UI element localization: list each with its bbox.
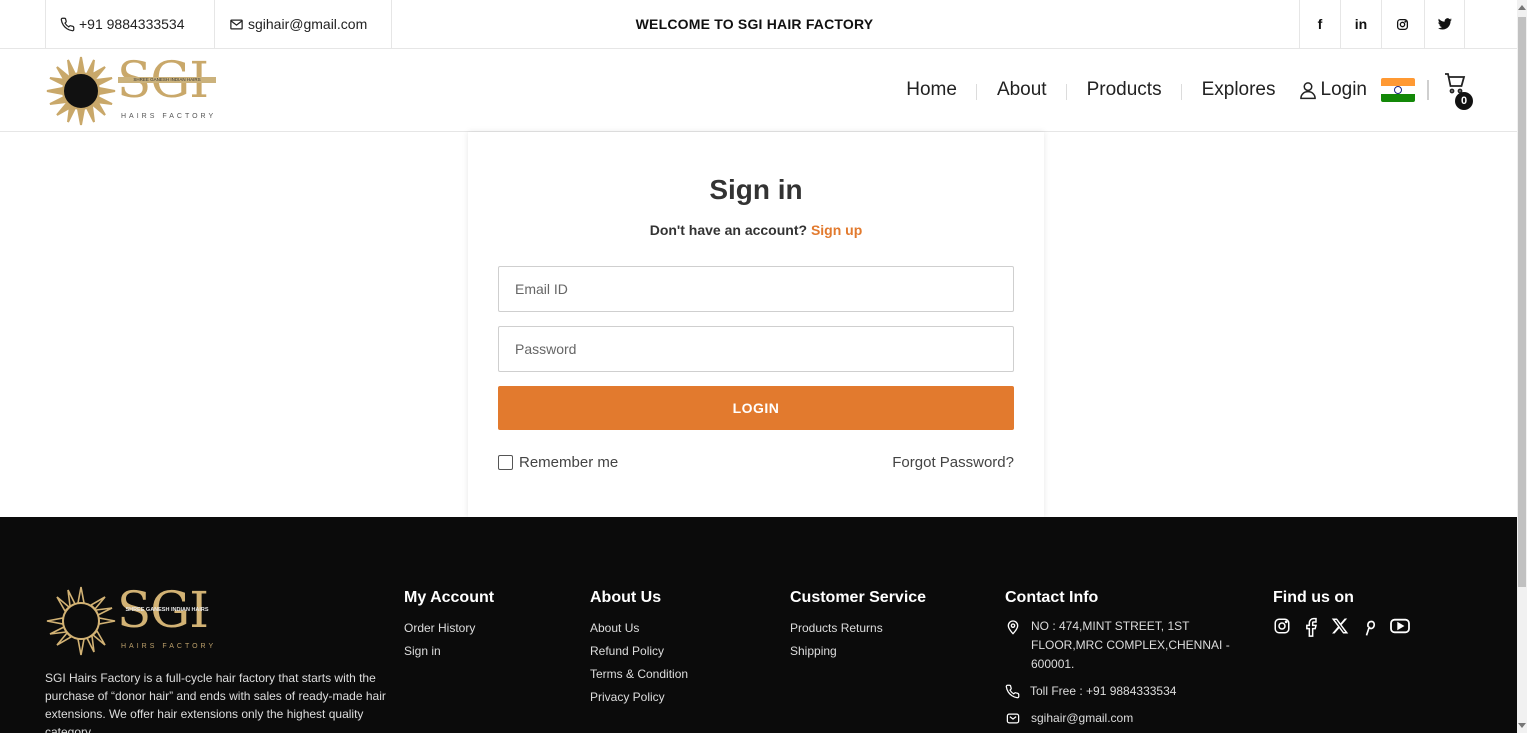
phone-icon — [60, 17, 75, 31]
location-pin-icon — [1007, 620, 1019, 635]
footer-link-products-returns[interactable]: Products Returns — [790, 617, 926, 640]
logo-subtitle: HAIRS FACTORY — [121, 113, 217, 120]
page-scrollbar[interactable] — [1517, 0, 1527, 733]
logo-band-text: SHREE GANESH INDIAN HAIRS — [118, 77, 216, 83]
footer-link-order-history[interactable]: Order History — [404, 617, 494, 640]
sun-logo-icon — [46, 56, 116, 126]
site-logo[interactable]: SGI SHREE GANESH INDIAN HAIRS HAIRS FACT… — [45, 55, 220, 127]
nav-about[interactable]: About — [977, 79, 1067, 101]
footer-about-us: About Us About Us Refund Policy Terms & … — [590, 589, 688, 709]
facebook-icon[interactable] — [1303, 617, 1319, 637]
nav-explores[interactable]: Explores — [1182, 79, 1296, 101]
main-nav: Home About Products Explores Login 0 — [886, 49, 1517, 131]
footer-contact-info: Contact Info NO : 474,MINT STREET, 1ST F… — [1005, 589, 1230, 733]
india-flag-icon[interactable] — [1381, 78, 1415, 102]
footer-logo-band-text: SHREE GANESH INDIAN HAIRS — [125, 607, 209, 613]
topbar-phone[interactable]: +91 9884333534 — [45, 0, 215, 48]
scroll-up-arrow-icon[interactable] — [1518, 5, 1526, 10]
footer-my-account: My Account Order History Sign in — [404, 589, 494, 663]
cart-button[interactable]: 0 — [1443, 70, 1479, 110]
main-header: SGI SHREE GANESH INDIAN HAIRS HAIRS FACT… — [0, 49, 1517, 132]
instagram-icon — [1396, 18, 1408, 30]
signup-prompt: Don't have an account? Sign up — [468, 222, 1044, 238]
footer-customer-service-title: Customer Service — [790, 589, 927, 606]
signup-prompt-text: Don't have an account? — [649, 222, 808, 238]
footer-description: SGI Hairs Factory is a full-cycle hair f… — [45, 671, 386, 733]
linkedin-icon: in — [1354, 16, 1368, 32]
footer-link-shipping[interactable]: Shipping — [790, 640, 926, 663]
footer-find-us-title: Find us on — [1273, 589, 1354, 606]
footer-about-us-title: About Us — [590, 589, 662, 606]
footer-address-text: NO : 474,MINT STREET, 1ST FLOOR,MRC COMP… — [1031, 619, 1230, 671]
footer-link-refund-policy[interactable]: Refund Policy — [590, 640, 688, 663]
password-field[interactable] — [498, 326, 1014, 372]
topbar-phone-text: +91 9884333534 — [79, 16, 185, 32]
twitter-icon — [1437, 18, 1452, 30]
remember-me-checkbox[interactable] — [498, 455, 513, 470]
footer-my-account-title: My Account — [404, 589, 495, 606]
facebook-link[interactable]: f — [1299, 0, 1340, 48]
footer-link-terms[interactable]: Terms & Condition — [590, 663, 688, 686]
footer-sun-logo-icon — [46, 586, 116, 656]
nav-divider — [1427, 80, 1429, 100]
linkedin-link[interactable]: in — [1340, 0, 1381, 48]
scroll-down-arrow-icon[interactable] — [1518, 723, 1526, 728]
footer-customer-service: Customer Service Products Returns Shippi… — [790, 589, 926, 663]
footer-contact-title: Contact Info — [1005, 589, 1099, 606]
pinterest-icon[interactable] — [1361, 617, 1377, 637]
twitter-link[interactable] — [1424, 0, 1465, 48]
nav-login-label: Login — [1320, 79, 1368, 100]
footer-social-icons — [1273, 617, 1411, 637]
phone-icon — [1005, 684, 1020, 699]
cart-count-badge: 0 — [1455, 92, 1473, 110]
footer-link-privacy-policy[interactable]: Privacy Policy — [590, 686, 688, 709]
top-bar: +91 9884333534 sgihair@gmail.com WELCOME… — [0, 0, 1517, 49]
nav-products[interactable]: Products — [1067, 79, 1182, 101]
site-footer: SGI SHREE GANESH INDIAN HAIRS HAIRS FACT… — [0, 517, 1517, 733]
nav-login[interactable]: Login — [1296, 79, 1382, 101]
footer-link-about-us[interactable]: About Us — [590, 617, 688, 640]
forgot-password-link[interactable]: Forgot Password? — [892, 454, 1014, 471]
main-content: Sign in Don't have an account? Sign up L… — [0, 132, 1517, 517]
youtube-icon[interactable] — [1389, 617, 1411, 637]
remember-me[interactable]: Remember me — [498, 454, 618, 471]
mail-icon — [230, 19, 243, 29]
footer-link-sign-in[interactable]: Sign in — [404, 640, 494, 663]
email-field[interactable] — [498, 266, 1014, 312]
nav-home[interactable]: Home — [886, 79, 977, 101]
instagram-link[interactable] — [1381, 0, 1422, 48]
x-twitter-icon[interactable] — [1331, 617, 1349, 637]
welcome-text: WELCOME TO SGI HAIR FACTORY — [635, 16, 874, 32]
topbar-email[interactable]: sgihair@gmail.com — [215, 0, 392, 48]
footer-logo[interactable]: SGI SHREE GANESH INDIAN HAIRS HAIRS FACT… — [45, 585, 220, 657]
instagram-icon[interactable] — [1273, 617, 1291, 637]
login-title: Sign in — [709, 174, 803, 205]
scrollbar-thumb[interactable] — [1518, 17, 1526, 587]
topbar-email-text: sgihair@gmail.com — [248, 16, 368, 32]
login-card: Sign in Don't have an account? Sign up L… — [468, 132, 1044, 517]
facebook-icon: f — [1317, 16, 1323, 32]
footer-email[interactable]: sgihair@gmail.com — [1005, 709, 1230, 728]
footer-toll-free[interactable]: Toll Free : +91 9884333534 — [1005, 682, 1230, 701]
footer-address: NO : 474,MINT STREET, 1ST FLOOR,MRC COMP… — [1005, 617, 1230, 674]
footer-toll-free-text: Toll Free : +91 9884333534 — [1030, 684, 1177, 698]
footer-logo-subtitle: HAIRS FACTORY — [121, 643, 217, 650]
remember-me-label: Remember me — [519, 454, 619, 471]
signup-link[interactable]: Sign up — [811, 222, 862, 238]
mail-icon — [1006, 713, 1020, 724]
user-icon — [1299, 82, 1316, 100]
login-button[interactable]: LOGIN — [498, 386, 1014, 430]
footer-email-text: sgihair@gmail.com — [1031, 711, 1134, 725]
footer-find-us: Find us on — [1273, 589, 1411, 637]
